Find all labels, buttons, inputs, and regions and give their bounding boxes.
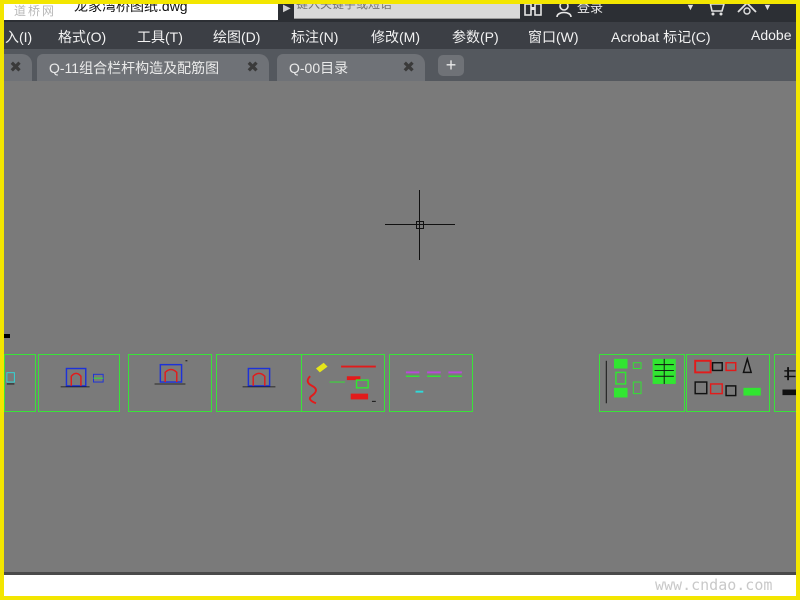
drawing-sheet[interactable] [599,354,685,412]
file-name: 龙家湾桥图纸.dwg [74,0,188,14]
search-box[interactable] [294,0,520,19]
crosshair-cursor [385,190,455,260]
drawing-canvas[interactable] [0,81,800,572]
menu-dimension[interactable]: 标注(N) [291,27,338,47]
login-label: 登录 [577,0,604,15]
site-watermark: www.cndao.com [655,576,773,594]
menu-draw[interactable]: 绘图(D) [213,27,260,47]
tab-label: Q-11组合栏杆构造及配筋图 [49,59,220,76]
drawing-sheet[interactable] [389,354,473,412]
new-tab-button[interactable]: + [438,55,464,76]
file-name-box: 道桥网 龙家湾桥图纸.dwg [4,0,278,20]
help-icon[interactable] [736,0,758,19]
menu-adobe[interactable]: Adobe [751,27,791,43]
login-dropdown-icon[interactable]: ▼ [686,2,695,12]
binoculars-icon[interactable] [524,1,544,19]
expand-arrow-icon[interactable]: ▶ [283,3,291,14]
close-icon[interactable]: ✖ [246,58,259,76]
help-dropdown-icon[interactable]: ▼ [763,2,772,12]
drawing-sheet[interactable] [686,354,770,412]
menu-format[interactable]: 格式(O) [58,27,106,47]
drawing-sheet[interactable] [38,354,120,412]
document-tab-bar: ✖ Q-11组合栏杆构造及配筋图 ✖ Q-00目录 ✖ [0,49,800,81]
tab-label: Q-00目录 [289,59,349,76]
drawing-sheet[interactable] [301,354,385,412]
tab-previous[interactable]: ✖ [0,54,32,81]
site-logo: 道桥网 [14,3,57,18]
close-icon[interactable]: ✖ [9,58,22,76]
tab-q11-railing[interactable]: Q-11组合栏杆构造及配筋图 ✖ [37,54,269,81]
search-input[interactable] [294,0,520,12]
menu-bar: 入(I) 格式(O) 工具(T) 绘图(D) 标注(N) 修改(M) 参数(P)… [0,22,800,49]
title-bar: 道桥网 龙家湾桥图纸.dwg ▶ 登录 ▼ ▼ [0,0,800,22]
menu-tools[interactable]: 工具(T) [137,27,183,47]
drawing-sheet[interactable] [774,354,800,412]
menu-acrobat-markup[interactable]: Acrobat 标记(C) [611,27,711,47]
menu-parametric[interactable]: 参数(P) [452,27,499,47]
close-icon[interactable]: ✖ [402,58,415,76]
drawing-sheet[interactable] [4,354,36,412]
login-button[interactable]: 登录 [555,0,603,18]
tab-q00-contents[interactable]: Q-00目录 ✖ [277,54,425,81]
cart-icon[interactable] [706,0,726,19]
user-icon [556,1,572,18]
menu-window[interactable]: 窗口(W) [528,27,579,47]
menu-modify[interactable]: 修改(M) [371,27,420,47]
menu-insert[interactable]: 入(I) [5,27,32,47]
drawing-sheet[interactable] [128,354,212,412]
drawing-sheet[interactable] [216,354,302,412]
ucs-marker [4,334,10,338]
